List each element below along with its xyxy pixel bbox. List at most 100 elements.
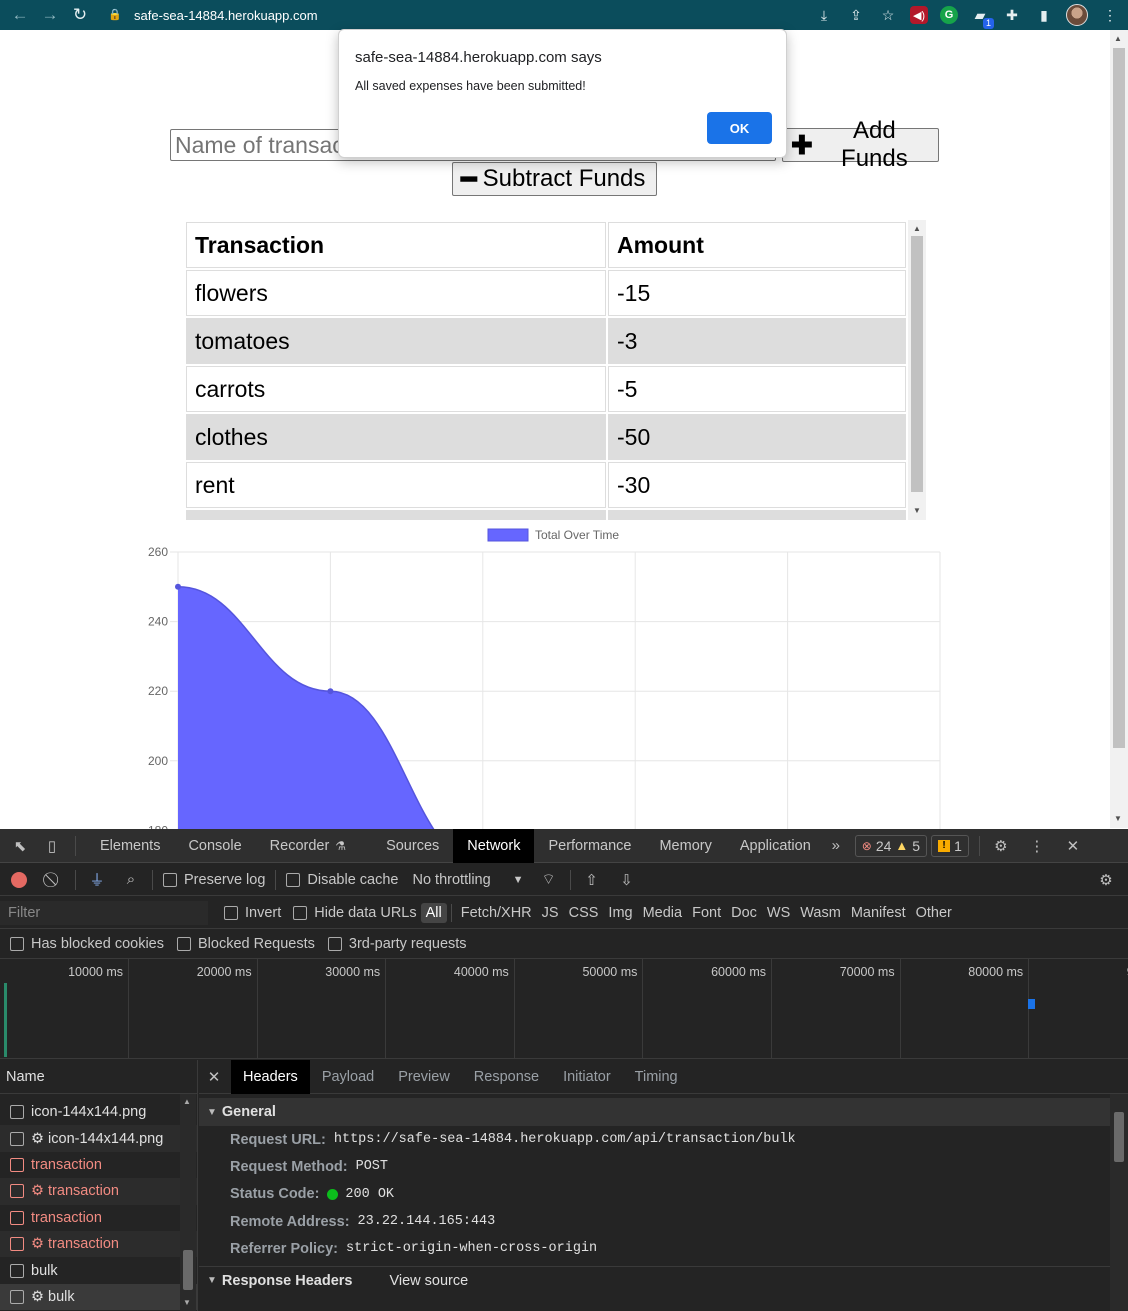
tab-sources[interactable]: Sources	[372, 829, 453, 863]
third-party-checkbox[interactable]: 3rd-party requests	[327, 936, 467, 952]
menu-kebab-icon[interactable]: ⋮	[1100, 5, 1120, 25]
filter-funnel-icon[interactable]: ⏚	[86, 869, 108, 891]
subtract-funds-button[interactable]: ━ Subtract Funds	[452, 162, 657, 196]
filter-media[interactable]: Media	[638, 903, 688, 923]
request-row[interactable]: ⚙ transaction	[0, 1178, 197, 1205]
page-scroll-thumb[interactable]	[1113, 48, 1125, 748]
back-icon[interactable]: ←	[5, 0, 35, 30]
share-icon[interactable]: ⇪	[846, 5, 866, 25]
extensions-puzzle-icon[interactable]: ✚	[1002, 5, 1022, 25]
view-source-link[interactable]: View source	[389, 1273, 468, 1289]
bookmark-star-icon[interactable]: ☆	[878, 5, 898, 25]
search-icon[interactable]: ⌕	[120, 869, 142, 891]
device-toolbar-icon[interactable]: ▯	[41, 835, 63, 857]
filter-wasm[interactable]: Wasm	[795, 903, 846, 923]
tab-preview[interactable]: Preview	[386, 1060, 462, 1094]
devtools-menu-icon[interactable]: ⋮	[1026, 835, 1048, 857]
network-timeline[interactable]: 10000 ms 20000 ms 30000 ms 40000 ms 50000 ms…	[0, 959, 1128, 1059]
timeline-gridline	[1028, 959, 1030, 1059]
scroll-up-icon[interactable]: ▲	[183, 1097, 191, 1106]
grammarly-icon[interactable]: G	[940, 6, 958, 24]
audio-extension-icon[interactable]: ◀)	[910, 6, 928, 24]
request-row[interactable]: transaction	[0, 1152, 197, 1178]
settings-gear-icon[interactable]: ⚙	[990, 835, 1012, 857]
scroll-up-icon[interactable]: ▲	[913, 224, 921, 233]
disable-cache-checkbox[interactable]: Disable cache	[286, 872, 398, 888]
request-row[interactable]: transaction	[0, 1205, 197, 1231]
filter-fetch-xhr[interactable]: Fetch/XHR	[456, 903, 537, 923]
scroll-down-icon[interactable]: ▼	[1114, 814, 1122, 823]
network-conditions-icon[interactable]: ⌔	[538, 869, 560, 891]
alert-ok-button[interactable]: OK	[707, 112, 772, 144]
request-list-scroll-thumb[interactable]	[183, 1250, 193, 1290]
response-headers-section-header[interactable]: ▼ Response Headers View source	[199, 1266, 1128, 1295]
import-har-icon[interactable]: ⇧	[581, 869, 603, 891]
scroll-down-icon[interactable]: ▼	[183, 1298, 191, 1307]
tab-payload[interactable]: Payload	[310, 1060, 386, 1094]
detail-scroll-thumb[interactable]	[1114, 1112, 1124, 1162]
name-column-header[interactable]: Name	[0, 1060, 197, 1094]
general-section-header[interactable]: ▼ General	[199, 1098, 1128, 1126]
filter-manifest[interactable]: Manifest	[846, 903, 911, 923]
filter-doc[interactable]: Doc	[726, 903, 762, 923]
forward-icon[interactable]: →	[35, 0, 65, 30]
invert-checkbox[interactable]: Invert	[224, 905, 281, 921]
close-detail-icon[interactable]: ✕	[203, 1066, 225, 1088]
address-bar[interactable]: 🔒 safe-sea-14884.herokuapp.com	[108, 3, 888, 27]
inspect-element-icon[interactable]: ⬉	[9, 835, 31, 857]
tab-application[interactable]: Application	[726, 829, 825, 863]
tab-timing[interactable]: Timing	[623, 1060, 690, 1094]
tab-performance[interactable]: Performance	[534, 829, 645, 863]
filter-ws[interactable]: WS	[762, 903, 795, 923]
request-row[interactable]: ⚙ bulk	[0, 1283, 197, 1311]
tab-initiator[interactable]: Initiator	[551, 1060, 623, 1094]
filter-css[interactable]: CSS	[564, 903, 604, 923]
y-tick-label: 260	[148, 545, 168, 559]
more-tabs-icon[interactable]: »	[825, 835, 847, 857]
table-scrollbar[interactable]: ▲ ▼	[908, 220, 926, 520]
extension-badge-icon[interactable]: ▰ 1	[970, 5, 994, 29]
close-devtools-icon[interactable]: ✕	[1062, 835, 1084, 857]
tab-headers[interactable]: Headers	[231, 1059, 310, 1094]
request-row[interactable]: ⚙ icon-144x144.png	[0, 1125, 197, 1152]
reload-icon[interactable]: ↻	[65, 0, 95, 30]
request-method-row: Request Method: POST	[199, 1153, 1128, 1180]
clear-icon[interactable]: ⃠	[43, 869, 65, 891]
tab-network[interactable]: Network	[453, 828, 535, 863]
hide-data-urls-checkbox[interactable]: Hide data URLs	[293, 905, 417, 921]
has-blocked-cookies-label: Has blocked cookies	[31, 935, 164, 952]
side-panel-icon[interactable]: ▮	[1034, 5, 1054, 25]
error-warning-counter[interactable]: ⊗ 24 ▲ 5	[854, 834, 928, 857]
throttling-select[interactable]: No throttling ▼	[412, 872, 523, 888]
tab-elements[interactable]: Elements	[86, 829, 174, 863]
table-scroll-thumb[interactable]	[911, 236, 923, 492]
has-blocked-cookies-checkbox[interactable]: Has blocked cookies	[10, 936, 164, 952]
add-funds-button[interactable]: ✚ Add Funds	[782, 117, 939, 172]
filter-js[interactable]: JS	[537, 903, 564, 923]
request-row[interactable]: bulk	[0, 1257, 197, 1283]
tab-response[interactable]: Response	[462, 1060, 551, 1094]
network-settings-icon[interactable]: ⚙	[1095, 869, 1117, 891]
page-scrollbar[interactable]: ▲ ▼	[1110, 30, 1128, 828]
export-har-icon[interactable]: ⇩	[616, 869, 638, 891]
tab-recorder[interactable]: Recorder ⚗	[256, 829, 360, 863]
request-row[interactable]: icon-144x144.png	[0, 1099, 197, 1125]
profile-avatar[interactable]	[1066, 4, 1088, 26]
filter-img[interactable]: Img	[603, 903, 637, 923]
filter-other[interactable]: Other	[911, 903, 957, 923]
issues-counter[interactable]: ! 1	[931, 834, 969, 857]
tab-console[interactable]: Console	[174, 829, 255, 863]
scroll-up-icon[interactable]: ▲	[1114, 34, 1122, 43]
install-icon[interactable]: ⤓	[814, 5, 834, 25]
tab-memory[interactable]: Memory	[645, 829, 725, 863]
record-icon[interactable]	[11, 871, 27, 888]
blocked-requests-checkbox[interactable]: Blocked Requests	[177, 936, 315, 952]
filter-font[interactable]: Font	[687, 903, 726, 923]
preserve-log-checkbox[interactable]: Preserve log	[163, 872, 265, 888]
request-row[interactable]: ⚙ transaction	[0, 1230, 197, 1258]
scroll-down-icon[interactable]: ▼	[913, 506, 921, 515]
filter-input[interactable]: Filter	[0, 900, 208, 925]
request-list-scrollbar[interactable]: ▲ ▼	[180, 1094, 196, 1311]
filter-all[interactable]: All	[420, 902, 447, 923]
detail-scrollbar[interactable]	[1110, 1094, 1128, 1311]
